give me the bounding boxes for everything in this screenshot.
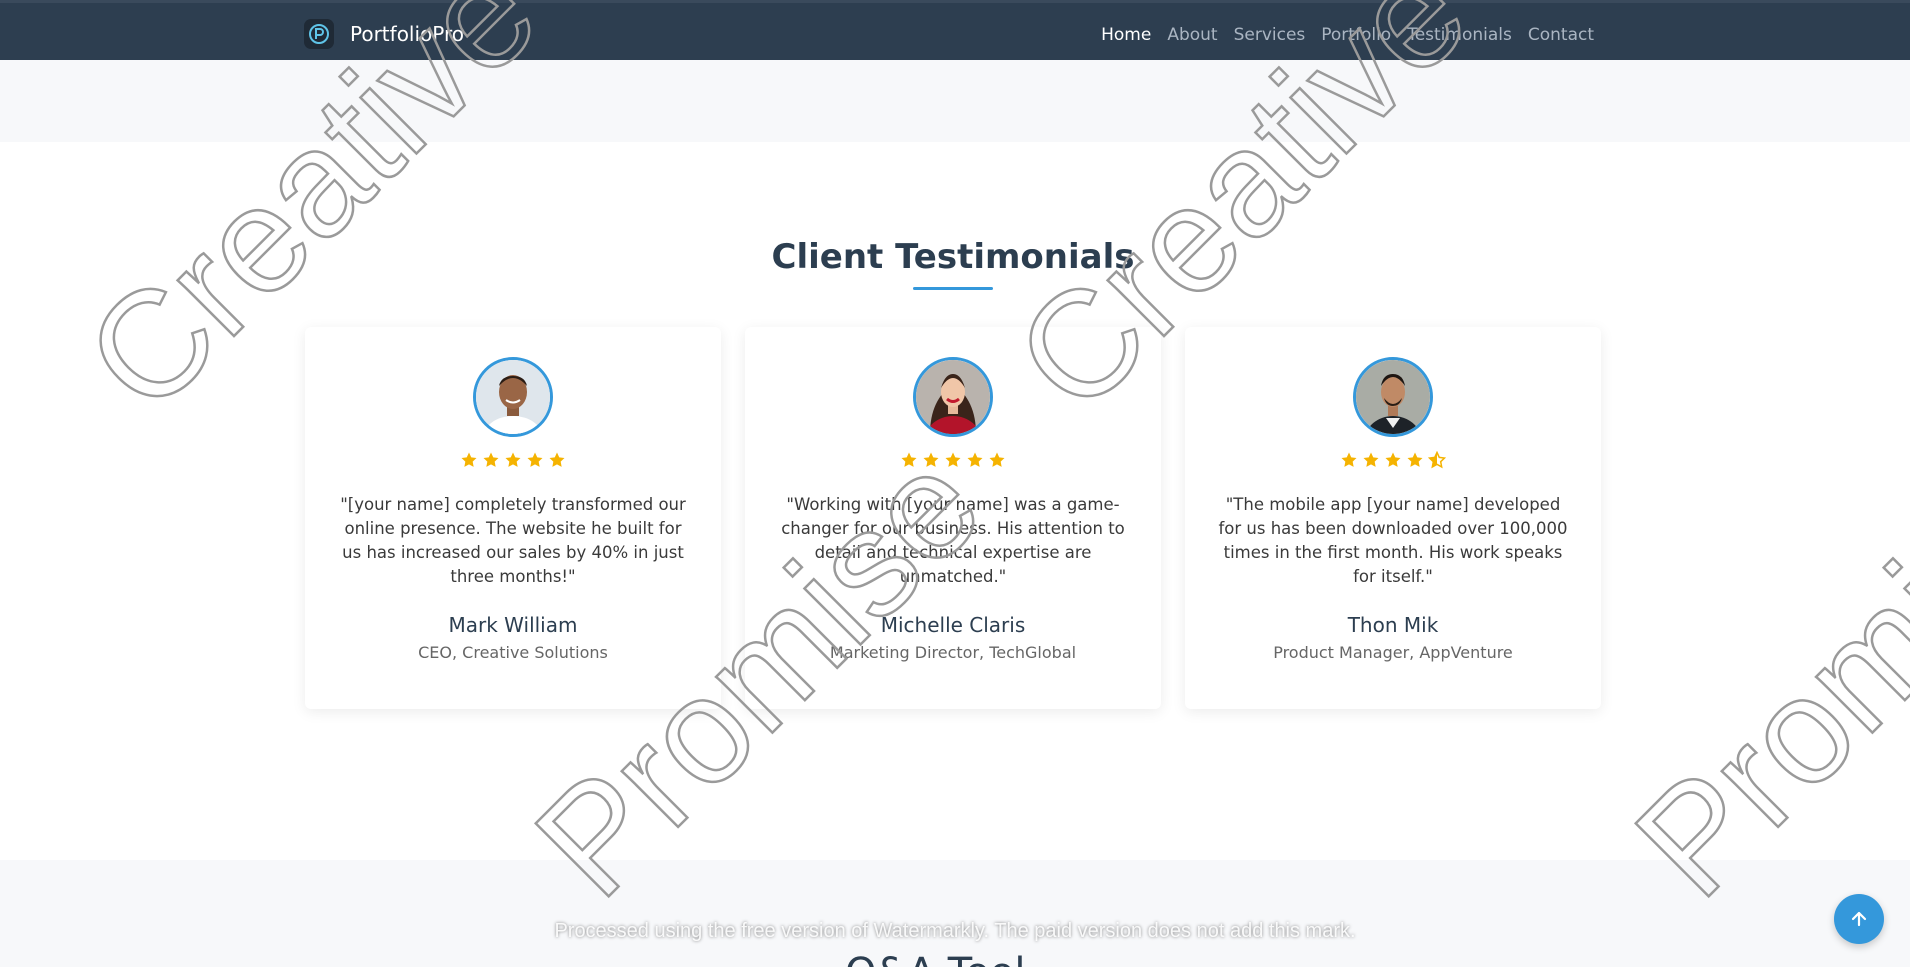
brand[interactable]: PortfolioPro xyxy=(304,18,464,50)
star-icon xyxy=(1341,452,1357,467)
testimonial-quote: "The mobile app [your name] developed fo… xyxy=(1218,495,1568,586)
nav-item-about[interactable]: About xyxy=(1167,23,1217,47)
star-icon xyxy=(505,452,521,467)
testimonial-quote: "Working with [your name] was a game-cha… xyxy=(781,495,1125,586)
client-role: Product Manager, AppVenture xyxy=(1273,643,1513,662)
star-icon xyxy=(1363,452,1379,467)
client-name: Thon Mik xyxy=(1347,613,1439,637)
testimonial-card: "Working with [your name] was a game-cha… xyxy=(745,327,1161,709)
avatar xyxy=(1353,357,1433,437)
avatar xyxy=(913,357,993,437)
client-name: Mark William xyxy=(448,613,578,637)
star-icon xyxy=(901,452,917,467)
title-underline xyxy=(913,287,993,290)
client-role: CEO, Creative Solutions xyxy=(418,643,608,662)
nav-item-services[interactable]: Services xyxy=(1234,23,1306,47)
star-icon xyxy=(1407,452,1423,467)
watermark-word: Promise xyxy=(1604,420,1910,928)
avatar xyxy=(473,357,553,437)
star-icon xyxy=(945,452,961,467)
testimonial-card: "The mobile app [your name] developed fo… xyxy=(1185,327,1601,709)
star-half-icon xyxy=(1428,451,1446,469)
back-to-top-button[interactable] xyxy=(1834,894,1884,944)
section-title: Client Testimonials xyxy=(771,237,1135,277)
star-icon xyxy=(923,452,939,467)
star-rating xyxy=(745,451,1161,475)
star-icon xyxy=(1385,452,1401,467)
star-icon xyxy=(461,452,477,467)
brand-logo-icon xyxy=(304,19,334,49)
nav-item-contact[interactable]: Contact xyxy=(1528,23,1594,47)
star-icon xyxy=(967,452,983,467)
star-icon xyxy=(527,452,543,467)
star-icon xyxy=(549,452,565,467)
brand-name: PortfolioPro xyxy=(350,22,465,46)
watermark-notice: Processed using the free version of Wate… xyxy=(554,920,1356,942)
client-name: Michelle Claris xyxy=(880,613,1026,637)
star-rating xyxy=(305,451,721,475)
testimonial-card: "[your name] completely transformed our … xyxy=(305,327,721,709)
navbar: PortfolioPro Home About Services Portfol… xyxy=(0,0,1910,60)
nav-item-testimonials[interactable]: Testimonials xyxy=(1407,23,1512,47)
main-nav: Home About Services Portfolio Testimonia… xyxy=(1085,23,1594,47)
star-rating xyxy=(1185,451,1601,475)
star-icon xyxy=(989,452,1005,467)
nav-item-portfolio[interactable]: Portfolio xyxy=(1321,23,1391,47)
client-role: Marketing Director, TechGlobal xyxy=(829,643,1077,662)
next-section-heading: Q&A Tool xyxy=(845,950,1025,967)
arrow-up-icon xyxy=(1851,911,1867,927)
nav-item-home[interactable]: Home xyxy=(1101,23,1151,47)
testimonial-quote: "[your name] completely transformed our … xyxy=(340,495,686,586)
previous-section-bottom xyxy=(0,60,1910,142)
star-icon xyxy=(483,452,499,467)
